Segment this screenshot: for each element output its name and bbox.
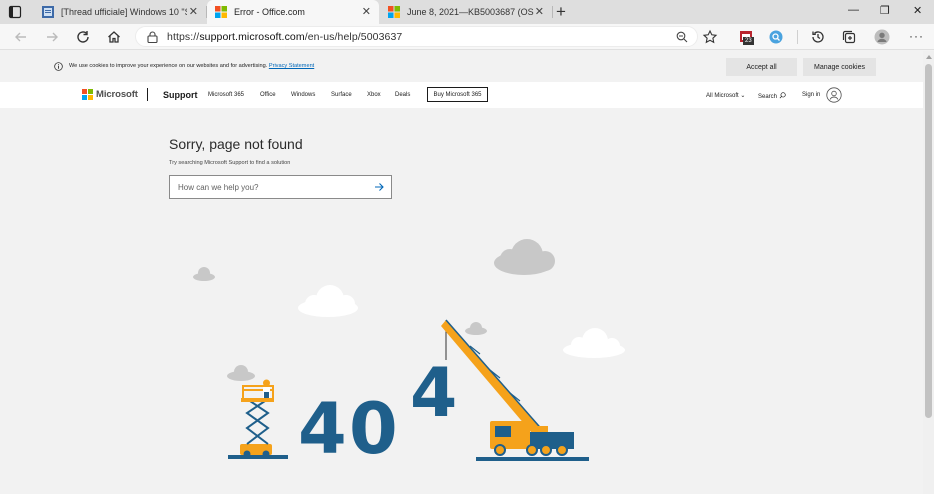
microsoft-favicon-icon — [388, 6, 400, 18]
cloud-icon — [494, 239, 555, 275]
toolbar-divider — [797, 30, 798, 44]
cookie-banner: We use cookies to improve your experienc… — [0, 51, 923, 82]
url-host: support.microsoft.com — [199, 31, 305, 43]
refresh-icon[interactable] — [75, 29, 91, 45]
cloud-icon — [298, 285, 358, 317]
all-microsoft-label: All Microsoft — [706, 93, 739, 99]
close-tab-icon[interactable]: ✕ — [362, 6, 371, 18]
cookie-message: We use cookies to improve your experienc… — [69, 63, 314, 69]
404-illustration: 4 0 4 — [193, 239, 625, 470]
main-content: 4 0 4 Sorry, page not found Try searchin… — [0, 108, 923, 494]
search-icon — [779, 92, 786, 99]
forward-icon[interactable] — [44, 29, 60, 45]
document-favicon-icon — [42, 6, 54, 18]
tab-separator — [552, 6, 553, 18]
digit-four-left: 4 — [298, 388, 347, 470]
search-label: Search — [758, 94, 778, 100]
cloud-icon — [465, 322, 487, 335]
tab-thread[interactable]: [Thread ufficiale] Windows 10 "S ✕ — [34, 0, 206, 24]
url-path: /en-us/help/5003637 — [304, 31, 403, 43]
minimize-icon[interactable]: — — [848, 4, 859, 16]
microsoft-favicon-icon — [215, 6, 227, 18]
page-scrollbar[interactable] — [923, 51, 934, 494]
tab-strip: [Thread ufficiale] Windows 10 "S ✕ Error… — [0, 0, 934, 24]
lock-icon[interactable] — [147, 31, 158, 43]
collections-icon[interactable] — [841, 29, 857, 45]
manage-cookies-button[interactable]: Manage cookies — [803, 58, 876, 76]
site-header: Microsoft Support Microsoft 365 Office W… — [0, 82, 923, 108]
digit-four-hanging: 4 — [410, 354, 457, 433]
profile-avatar-icon[interactable] — [874, 29, 890, 45]
search-placeholder: How can we help you? — [178, 183, 259, 192]
support-search-input[interactable]: How can we help you? — [169, 175, 392, 199]
user-avatar-icon[interactable] — [826, 87, 842, 103]
microsoft-brand[interactable]: Microsoft — [96, 89, 138, 100]
cloud-icon — [227, 365, 255, 381]
arrow-right-icon[interactable] — [373, 181, 385, 193]
page-title: Sorry, page not found — [169, 136, 303, 152]
home-icon[interactable] — [106, 29, 122, 45]
search-button[interactable]: Search — [758, 92, 786, 100]
extension-calendar-icon[interactable]: 23 — [739, 29, 755, 45]
settings-more-icon[interactable]: ··· — [909, 29, 924, 43]
sign-in-link[interactable]: Sign in — [802, 92, 820, 98]
history-icon[interactable] — [810, 29, 826, 45]
privacy-statement-link[interactable]: Privacy Statement — [269, 63, 314, 69]
back-icon[interactable] — [13, 29, 29, 45]
nav-deals[interactable]: Deals — [395, 92, 410, 98]
nav-windows[interactable]: Windows — [291, 92, 315, 98]
close-tab-icon[interactable]: ✕ — [535, 6, 544, 18]
add-favorite-icon[interactable] — [702, 29, 718, 45]
url-scheme: https:// — [167, 31, 200, 43]
cookie-text: We use cookies to improve your experienc… — [69, 63, 268, 69]
restore-icon[interactable]: ❐ — [880, 4, 890, 17]
extension-search-icon[interactable] — [768, 29, 784, 45]
address-bar[interactable]: https://support.microsoft.com/en-us/help… — [135, 26, 698, 47]
chevron-down-icon: ⌄ — [740, 93, 746, 99]
tab-error-office[interactable]: Error - Office.com ✕ — [207, 0, 379, 24]
digit-zero: 0 — [349, 388, 398, 470]
nav-microsoft-365[interactable]: Microsoft 365 — [208, 92, 244, 98]
page-subtitle: Try searching Microsoft Support to find … — [169, 160, 291, 166]
tab-kb5003687[interactable]: June 8, 2021—KB5003687 (OS B ✕ — [380, 0, 552, 24]
support-link[interactable]: Support — [163, 90, 198, 100]
url-text[interactable]: https://support.microsoft.com/en-us/help… — [167, 31, 402, 43]
scroll-thumb[interactable] — [925, 64, 932, 418]
tab-actions-icon[interactable] — [8, 5, 22, 19]
scroll-up-icon[interactable] — [926, 55, 932, 59]
tab-title: Error - Office.com — [234, 7, 305, 17]
crane-truck-icon — [441, 319, 589, 461]
toolbar-separator — [729, 24, 730, 50]
extension-badge: 23 — [743, 37, 754, 45]
close-tab-icon[interactable]: ✕ — [189, 6, 198, 18]
microsoft-logo-icon[interactable] — [82, 89, 93, 100]
nav-office[interactable]: Office — [260, 92, 276, 98]
nav-xbox[interactable]: Xbox — [367, 92, 381, 98]
cloud-icon — [193, 267, 215, 281]
all-microsoft-menu[interactable]: All Microsoft ⌄ — [706, 92, 745, 99]
nav-surface[interactable]: Surface — [331, 92, 352, 98]
scissor-lift-icon — [228, 379, 288, 459]
buy-microsoft-365-button[interactable]: Buy Microsoft 365 — [427, 87, 488, 102]
accept-all-button[interactable]: Accept all — [726, 58, 797, 76]
info-icon — [54, 62, 63, 71]
header-divider — [147, 88, 148, 101]
tab-title: [Thread ufficiale] Windows 10 "S — [61, 7, 187, 17]
new-tab-icon[interactable]: + — [556, 3, 566, 20]
close-window-icon[interactable]: ✕ — [913, 4, 922, 17]
cloud-icon — [563, 328, 625, 358]
browser-toolbar: https://support.microsoft.com/en-us/help… — [0, 24, 934, 50]
zoom-icon[interactable] — [676, 31, 688, 43]
tab-title: June 8, 2021—KB5003687 (OS B — [407, 7, 535, 17]
